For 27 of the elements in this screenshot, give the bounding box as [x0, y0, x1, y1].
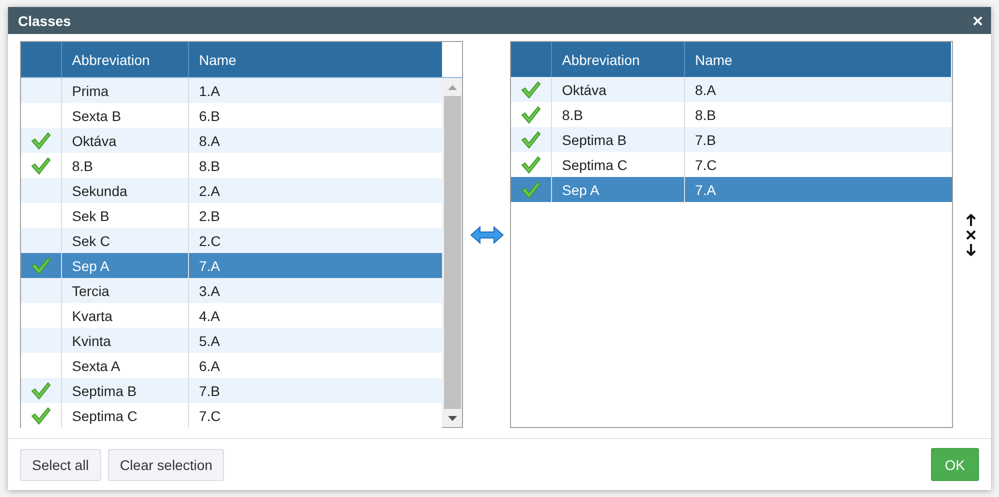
table-row[interactable]: Tercia 3.A — [21, 278, 442, 303]
move-up-icon[interactable] — [966, 214, 976, 226]
table-row[interactable]: Oktáva 8.A — [511, 77, 952, 102]
move-down-icon[interactable] — [966, 244, 976, 256]
table-row[interactable]: Sep A 7.A — [21, 253, 442, 278]
table-row[interactable]: Sek C 2.C — [21, 228, 442, 253]
table-row[interactable]: Oktáva 8.A — [21, 128, 442, 153]
table-cell: Septima C — [61, 403, 188, 428]
scroll-down-icon[interactable] — [448, 416, 456, 420]
footer-button[interactable]: Clear selection — [108, 448, 224, 480]
table-cell: Sep A — [551, 177, 684, 202]
swap-arrows-icon[interactable] — [470, 226, 504, 244]
table-row[interactable]: Prima 1.A — [21, 78, 442, 103]
footer-button[interactable]: Select all — [20, 448, 101, 480]
table-cell: 7.A — [684, 177, 952, 202]
table-row[interactable]: Sekunda 2.A — [21, 178, 442, 203]
column-header[interactable]: Name — [188, 42, 442, 77]
table-row[interactable]: Kvinta 5.A — [21, 328, 442, 353]
column-header[interactable]: Abbreviation — [61, 42, 188, 77]
close-button[interactable]: × — [972, 12, 983, 30]
window-title: Classes — [18, 12, 71, 28]
scrollbar[interactable] — [442, 78, 462, 427]
table-row[interactable]: Septima B 7.B — [511, 127, 952, 152]
remove-icon[interactable] — [966, 230, 976, 240]
table-row[interactable]: Septima B 7.B — [21, 378, 442, 403]
table-row[interactable]: Septima C 7.C — [21, 403, 442, 428]
table-row[interactable]: Sep A 7.A — [511, 177, 952, 202]
